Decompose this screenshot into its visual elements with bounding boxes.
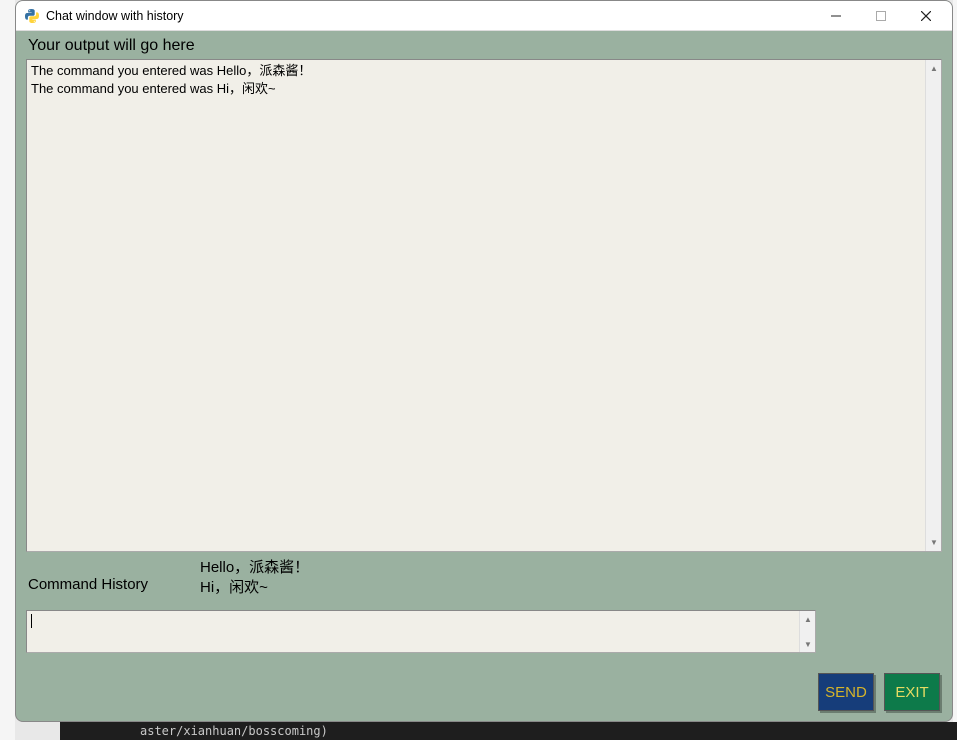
send-button[interactable]: SEND bbox=[818, 673, 874, 711]
minimize-button[interactable] bbox=[813, 2, 858, 30]
obscured-left-panel bbox=[0, 0, 15, 740]
command-input[interactable] bbox=[27, 611, 799, 652]
scroll-up-icon[interactable]: ▲ bbox=[800, 611, 816, 627]
output-scrollbar[interactable]: ▲ ▼ bbox=[925, 60, 941, 551]
scroll-down-icon[interactable]: ▼ bbox=[800, 636, 816, 652]
obscured-right-panel bbox=[953, 0, 957, 740]
maximize-button[interactable] bbox=[858, 2, 903, 30]
text-caret bbox=[31, 614, 32, 628]
input-row: ▲ ▼ bbox=[26, 610, 942, 653]
history-row: Command History Hello，派森酱！ Hi，闲欢~ bbox=[26, 558, 942, 599]
app-window: Chat window with history Your output wil… bbox=[15, 0, 953, 722]
exit-button[interactable]: EXIT bbox=[884, 673, 940, 711]
app-icon bbox=[24, 8, 40, 24]
close-button[interactable] bbox=[903, 2, 948, 30]
window-body: Your output will go here The command you… bbox=[16, 31, 952, 721]
window-title: Chat window with history bbox=[46, 9, 813, 23]
button-row: SEND EXIT bbox=[818, 673, 940, 711]
obscured-terminal-line: aster/xianhuan/bosscoming) bbox=[60, 722, 957, 740]
scroll-down-icon[interactable]: ▼ bbox=[926, 535, 942, 551]
output-label: Your output will go here bbox=[28, 37, 942, 55]
window-controls bbox=[813, 2, 948, 30]
titlebar[interactable]: Chat window with history bbox=[16, 1, 952, 31]
output-area[interactable]: The command you entered was Hello，派森酱！ T… bbox=[27, 60, 925, 551]
output-area-container: The command you entered was Hello，派森酱！ T… bbox=[26, 59, 942, 552]
command-input-container: ▲ ▼ bbox=[26, 610, 816, 653]
scroll-up-icon[interactable]: ▲ bbox=[926, 60, 942, 76]
history-list: Hello，派森酱！ Hi，闲欢~ bbox=[200, 558, 309, 599]
history-label: Command History bbox=[28, 558, 200, 593]
input-scrollbar[interactable]: ▲ ▼ bbox=[799, 611, 815, 652]
